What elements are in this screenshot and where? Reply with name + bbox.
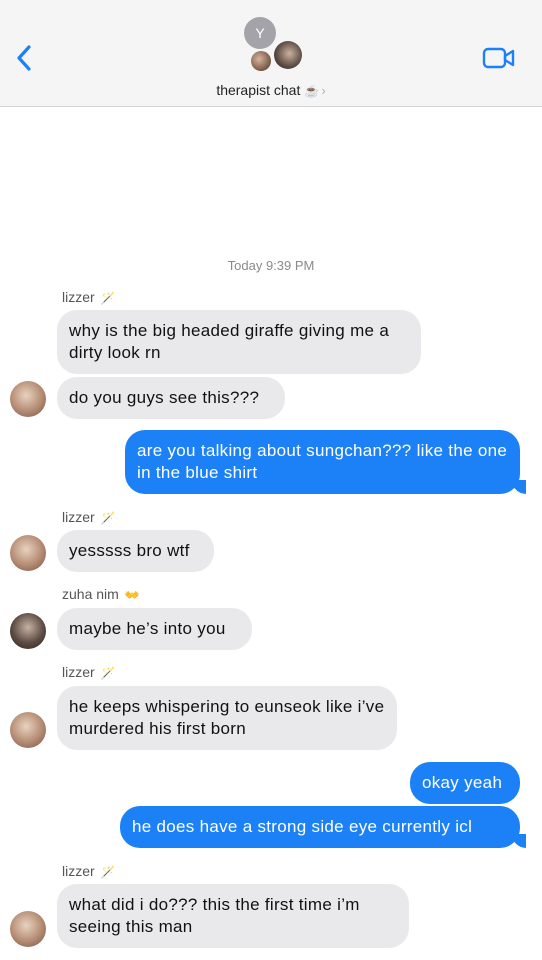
incoming-message[interactable]: why is the big headed giraffe giving me …: [57, 310, 421, 374]
sender-name-text: zuha nim: [62, 586, 119, 602]
sender-name-text: lizzer: [62, 289, 95, 305]
sender-name: lizzer 🪄: [62, 664, 116, 680]
incoming-message[interactable]: he keeps whispering to eunseok like i’ve…: [57, 686, 397, 750]
sender-avatar[interactable]: [10, 712, 46, 748]
bubble-tail: [512, 480, 526, 494]
bubble-tail: [512, 834, 526, 848]
open-hands-emoji: 👐: [124, 588, 140, 602]
sender-name-text: lizzer: [62, 664, 95, 680]
sender-avatar[interactable]: [10, 381, 46, 417]
sender-name-text: lizzer: [62, 509, 95, 525]
incoming-message[interactable]: do you guys see this???: [57, 377, 285, 419]
sender-avatar[interactable]: [10, 911, 46, 947]
member-avatar-1[interactable]: [251, 51, 271, 71]
video-camera-icon[interactable]: [482, 46, 516, 70]
wand-emoji: 🪄: [100, 511, 116, 525]
sender-avatar[interactable]: [10, 613, 46, 649]
chat-header: Y therapist chat ☕ ›: [0, 0, 542, 107]
outgoing-message[interactable]: he does have a strong side eye currently…: [120, 806, 520, 848]
sender-name: zuha nim 👐: [62, 586, 140, 602]
sender-name: lizzer 🪄: [62, 863, 116, 879]
message-timestamp: Today 9:39 PM: [227, 258, 315, 273]
chat-title[interactable]: therapist chat ☕ ›: [0, 82, 542, 98]
sender-name-text: lizzer: [62, 863, 95, 879]
wand-emoji: 🪄: [100, 666, 116, 680]
wand-emoji: 🪄: [100, 865, 116, 879]
coffee-emoji: ☕: [304, 84, 320, 98]
wand-emoji: 🪄: [100, 291, 116, 305]
chat-title-text: therapist chat: [216, 82, 301, 98]
incoming-message[interactable]: yesssss bro wtf: [57, 530, 214, 572]
outgoing-message[interactable]: okay yeah: [410, 762, 520, 804]
sender-name: lizzer 🪄: [62, 509, 116, 525]
back-chevron-icon[interactable]: [14, 42, 36, 74]
outgoing-message[interactable]: are you talking about sungchan??? like t…: [125, 430, 520, 494]
incoming-message[interactable]: what did i do??? this the first time i’m…: [57, 884, 409, 948]
sender-name: lizzer 🪄: [62, 289, 116, 305]
member-avatar-2[interactable]: [274, 41, 302, 69]
sender-avatar[interactable]: [10, 535, 46, 571]
chevron-right-icon: ›: [321, 83, 326, 98]
group-avatar-initial[interactable]: Y: [244, 17, 276, 49]
incoming-message[interactable]: maybe he’s into you: [57, 608, 252, 650]
